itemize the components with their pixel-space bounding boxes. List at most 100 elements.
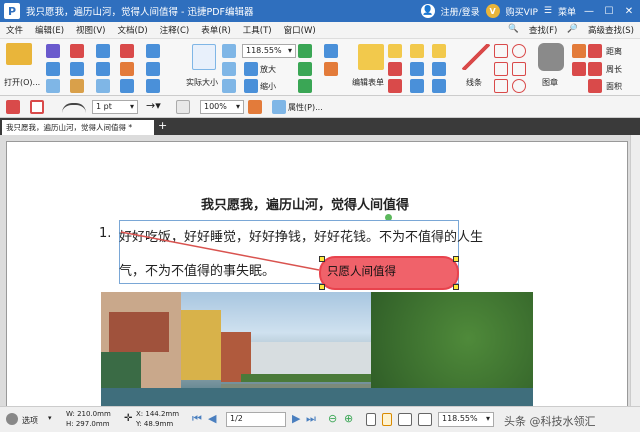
- stamp-person-icon[interactable]: [538, 43, 564, 71]
- gear-icon[interactable]: [6, 413, 18, 425]
- line-style-icon[interactable]: [176, 100, 190, 114]
- status-zoom-select[interactable]: 118.55% ▾: [438, 412, 494, 427]
- zoom-in-label[interactable]: 放大: [260, 64, 276, 75]
- camera-icon[interactable]: [146, 79, 160, 93]
- copy-icon[interactable]: [70, 62, 84, 76]
- resize-handle-icon[interactable]: [319, 256, 325, 262]
- menu-comment[interactable]: 注释(C): [154, 24, 196, 36]
- paste-icon[interactable]: [70, 79, 84, 93]
- area-label[interactable]: 面积: [606, 81, 622, 92]
- first-page-icon[interactable]: ⏮: [192, 412, 202, 426]
- options-button[interactable]: 选项: [22, 415, 38, 426]
- perimeter-label[interactable]: 周长: [606, 64, 622, 75]
- area-icon[interactable]: [588, 79, 602, 93]
- chart-label[interactable]: 图章: [542, 77, 558, 88]
- cloud-icon[interactable]: [512, 79, 526, 93]
- minimize-icon[interactable]: —: [582, 6, 596, 17]
- user-icon[interactable]: 👤: [420, 4, 435, 18]
- callout-leader-line[interactable]: [117, 226, 337, 276]
- email-icon[interactable]: [46, 79, 60, 93]
- stamp-icon[interactable]: [388, 79, 402, 93]
- properties-button[interactable]: 属性(P)...: [288, 102, 323, 113]
- zoom-select[interactable]: 118.55% ▾: [242, 44, 296, 58]
- print-icon[interactable]: [46, 62, 60, 76]
- two-page-continuous-icon[interactable]: [418, 413, 432, 426]
- arrow-style-icon[interactable]: →▾: [146, 99, 161, 112]
- highlight-icon[interactable]: [410, 79, 424, 93]
- arrow-tool-icon[interactable]: [324, 62, 338, 76]
- select-tool-icon[interactable]: [120, 79, 134, 93]
- circle-icon[interactable]: [512, 44, 526, 58]
- pencil-icon[interactable]: [572, 62, 586, 76]
- find-icon[interactable]: 🔍: [506, 24, 521, 36]
- resize-handle-icon[interactable]: [319, 284, 325, 290]
- attach-icon[interactable]: [432, 62, 446, 76]
- zoom-out-icon[interactable]: [244, 79, 258, 93]
- save-icon[interactable]: [46, 44, 60, 58]
- distance-label[interactable]: 距离: [606, 46, 622, 57]
- zoom-in-icon[interactable]: [244, 62, 258, 76]
- two-page-icon[interactable]: [398, 413, 412, 426]
- maximize-icon[interactable]: ☐: [602, 6, 616, 17]
- perimeter-icon[interactable]: [588, 62, 602, 76]
- add-page-icon[interactable]: [298, 44, 312, 58]
- prev-page-icon[interactable]: ◀: [208, 412, 216, 425]
- hand-tool-icon[interactable]: [120, 62, 134, 76]
- page-number-input[interactable]: 1/2: [226, 412, 286, 427]
- menu-form[interactable]: 表单(R): [195, 24, 237, 36]
- cut-icon[interactable]: [70, 44, 84, 58]
- fit-width-icon[interactable]: [222, 62, 236, 76]
- chevron-down-icon[interactable]: ▾: [48, 414, 52, 422]
- search-doc-icon[interactable]: [324, 44, 338, 58]
- menu-window[interactable]: 窗口(W): [278, 24, 322, 36]
- polyline-icon[interactable]: [494, 79, 508, 93]
- edit-form-label[interactable]: 编辑表单: [352, 77, 384, 88]
- forward-icon[interactable]: ⊕: [344, 412, 353, 425]
- zoom-out-label[interactable]: 缩小: [260, 81, 276, 92]
- pen-icon[interactable]: [494, 44, 508, 58]
- refresh-icon[interactable]: [298, 79, 312, 93]
- advanced-find-button[interactable]: 高级查找(S): [586, 24, 636, 36]
- resize-handle-icon[interactable]: [453, 256, 459, 262]
- redo-icon[interactable]: [96, 62, 110, 76]
- find-text-icon[interactable]: [96, 79, 110, 93]
- fit-visible-icon[interactable]: [222, 79, 236, 93]
- oval-icon[interactable]: [494, 62, 508, 76]
- last-page-icon[interactable]: ⏭: [306, 412, 316, 426]
- markup-icon[interactable]: [388, 62, 402, 76]
- menu-tools[interactable]: 工具(T): [237, 24, 278, 36]
- eraser-icon[interactable]: [572, 44, 586, 58]
- menu-edit[interactable]: 编辑(E): [29, 24, 70, 36]
- next-page-icon[interactable]: ▶: [292, 412, 300, 425]
- menu-document[interactable]: 文档(D): [111, 24, 153, 36]
- vertical-scrollbar[interactable]: [630, 135, 640, 406]
- back-icon[interactable]: ⊖: [328, 412, 337, 425]
- buy-vip-button[interactable]: 购买VIP: [506, 5, 538, 18]
- line-width-select[interactable]: 1 pt ▾: [92, 100, 138, 114]
- rotate-icon[interactable]: [298, 62, 312, 76]
- curve-style-icon[interactable]: [62, 103, 86, 113]
- edit-form-icon[interactable]: [358, 44, 384, 70]
- actual-size-icon[interactable]: [192, 44, 216, 70]
- login-link[interactable]: 注册/登录: [441, 5, 480, 18]
- line-tool-icon[interactable]: [462, 44, 490, 70]
- properties-icon[interactable]: [272, 100, 286, 114]
- callout-text[interactable]: 只愿人间值得: [327, 263, 396, 279]
- line-tool-label[interactable]: 线条: [466, 77, 482, 88]
- comment-icon[interactable]: [432, 44, 446, 58]
- distance-icon[interactable]: [588, 44, 602, 58]
- new-tab-button[interactable]: +: [158, 119, 167, 132]
- typewriter-icon[interactable]: [410, 44, 424, 58]
- single-page-icon[interactable]: [366, 413, 376, 426]
- stroke-color-icon[interactable]: [30, 100, 44, 114]
- opacity-select[interactable]: 100% ▾: [200, 100, 244, 114]
- menu-icon[interactable]: ☰: [544, 6, 552, 16]
- document-tab[interactable]: 我只愿我，遍历山河，觉得人间值得 *: [2, 120, 154, 135]
- resize-handle-icon[interactable]: [453, 284, 459, 290]
- sound-icon[interactable]: [432, 79, 446, 93]
- fit-page-icon[interactable]: [222, 44, 236, 58]
- continuous-page-icon[interactable]: [382, 413, 392, 426]
- sticky-note-icon[interactable]: [410, 62, 424, 76]
- text-tool-icon[interactable]: [146, 62, 160, 76]
- advanced-find-icon[interactable]: 🔎: [565, 24, 580, 36]
